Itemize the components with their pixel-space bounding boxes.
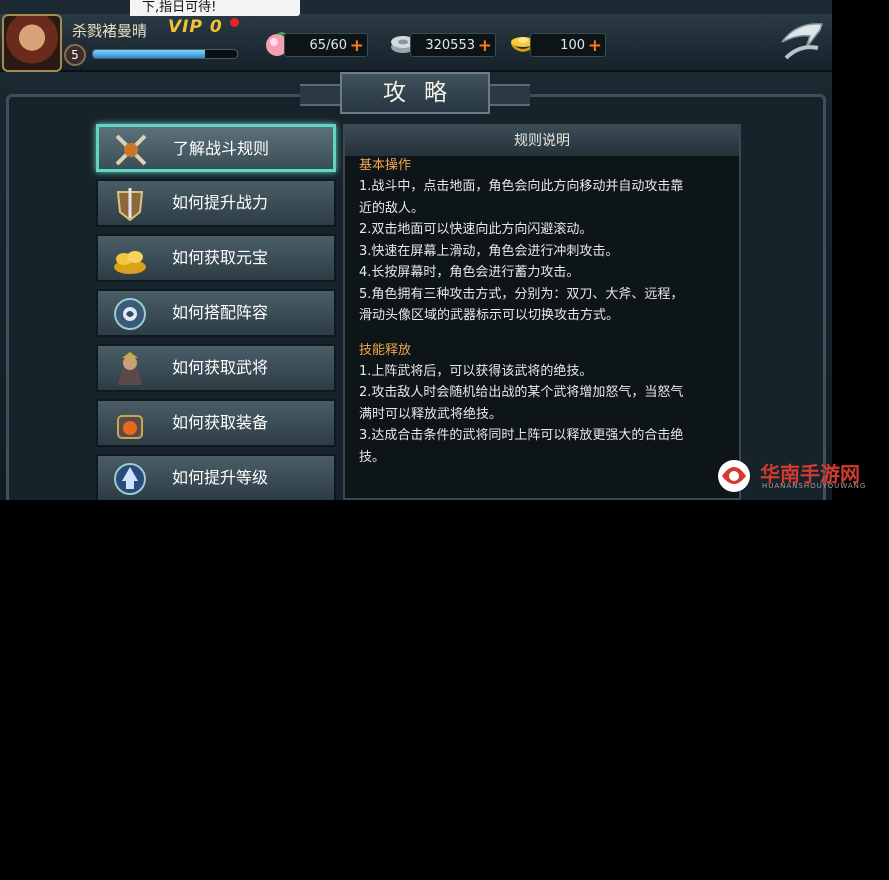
stamina-counter: 65/60 + (284, 33, 368, 57)
watermark-subtext: HUANANSHOUYOUWANG (762, 482, 867, 490)
rules-panel-body[interactable]: 基本操作 1.战斗中，点击地面，角色会向此方向移动并自动攻击靠 近的敌人。 2.双击地… (359, 156, 729, 468)
notification-dot (230, 18, 239, 27)
rules-line: 1.上阵武将后，可以获得该武将的绝技。 (359, 363, 593, 379)
rules-line: 2.攻击敌人时会随机给出战的某个武将增加怒气，当怒气 (359, 385, 684, 400)
menu-item[interactable]: 如何获取武将 (96, 344, 336, 392)
menu-item-label: 如何搭配阵容 (172, 303, 269, 322)
formation-icon (114, 298, 146, 330)
level-up-icon (114, 463, 146, 495)
player-name: 杀戮褚曼晴 (72, 22, 148, 40)
menu-item-label: 如何提升战力 (172, 193, 269, 212)
title-wing-left (300, 84, 344, 106)
exp-bar (92, 49, 238, 59)
general-icon (118, 352, 142, 385)
vip-badge[interactable]: VIP 0 (168, 17, 223, 37)
player-level-badge: 5 (64, 44, 86, 66)
rules-line: 5.角色拥有三种攻击方式，分别为：双刀、大斧、远程， (359, 286, 684, 302)
silver-counter: 320553 + (410, 33, 496, 57)
silver-value: 320553 (425, 38, 475, 53)
rules-line: 满时可以释放武将绝技。 (359, 406, 503, 422)
notice-banner: 下,指日可待! (130, 0, 300, 16)
gold-value: 100 (560, 38, 585, 53)
rules-line: 1.战斗中，点击地面，角色会向此方向移动并自动攻击靠 (359, 179, 684, 194)
add-stamina-button[interactable]: + (350, 34, 364, 58)
rules-line: 4.长按屏幕时，角色会进行蓄力攻击。 (359, 265, 580, 280)
rules-line: 2.双击地面可以快速向此方向闪避滚动。 (359, 222, 593, 237)
title-wing-right (486, 84, 530, 106)
rules-line: 滑动头像区域的武器标示可以切换攻击方式。 (359, 308, 620, 323)
player-avatar[interactable] (2, 14, 62, 72)
back-arrow-icon[interactable] (776, 18, 826, 64)
menu-item[interactable]: 如何提升战力 (96, 179, 336, 227)
equipment-icon (117, 415, 143, 439)
rules-line: 3.快速在屏幕上滑动，角色会进行冲刺攻击。 (359, 243, 619, 259)
menu-item[interactable]: 如何获取装备 (96, 399, 336, 447)
menu-item-label: 如何提升等级 (172, 468, 269, 487)
gold-pile-icon (114, 251, 146, 274)
rules-panel: 规则说明 基本操作 1.战斗中，点击地面，角色会向此方向移动并自动攻击靠 近的敌人。… (343, 124, 741, 500)
rules-panel-title: 规则说明 (345, 126, 739, 156)
menu-item-label: 了解战斗规则 (173, 139, 270, 158)
menu-item[interactable]: 如何搭配阵容 (96, 289, 336, 337)
page-title: 攻略 (340, 72, 490, 114)
add-silver-button[interactable]: + (478, 34, 492, 58)
menu-item[interactable]: 如何提升等级 (96, 454, 336, 500)
menu-item-label: 如何获取武将 (172, 358, 269, 377)
menu-item[interactable]: 如何获取元宝 (96, 234, 336, 282)
rules-section-title: 基本操作 (359, 158, 412, 173)
menu-item-label: 如何获取装备 (172, 413, 269, 432)
rules-line: 技。 (359, 449, 386, 465)
exp-bar-fill (93, 50, 206, 58)
bezel-dot (832, 380, 889, 880)
crossed-swords-icon (115, 134, 147, 166)
shield-sword-icon (116, 188, 144, 222)
rules-line: 近的敌人。 (359, 200, 425, 216)
game-screen: 5 杀戮褚曼晴 VIP 0 65/60 + 320553 + 100 + 攻略 了解战… (0, 0, 832, 500)
add-gold-button[interactable]: + (588, 34, 602, 58)
menu-item[interactable]: 了解战斗规则 (96, 124, 336, 172)
stamina-value: 65/60 (309, 38, 347, 53)
gold-counter: 100 + (530, 33, 606, 57)
rules-section-title: 技能释放 (359, 342, 412, 358)
menu-item-label: 如何获取元宝 (172, 248, 269, 267)
rules-line: 3.达成合击条件的武将同时上阵可以释放更强大的合击绝 (359, 428, 684, 443)
